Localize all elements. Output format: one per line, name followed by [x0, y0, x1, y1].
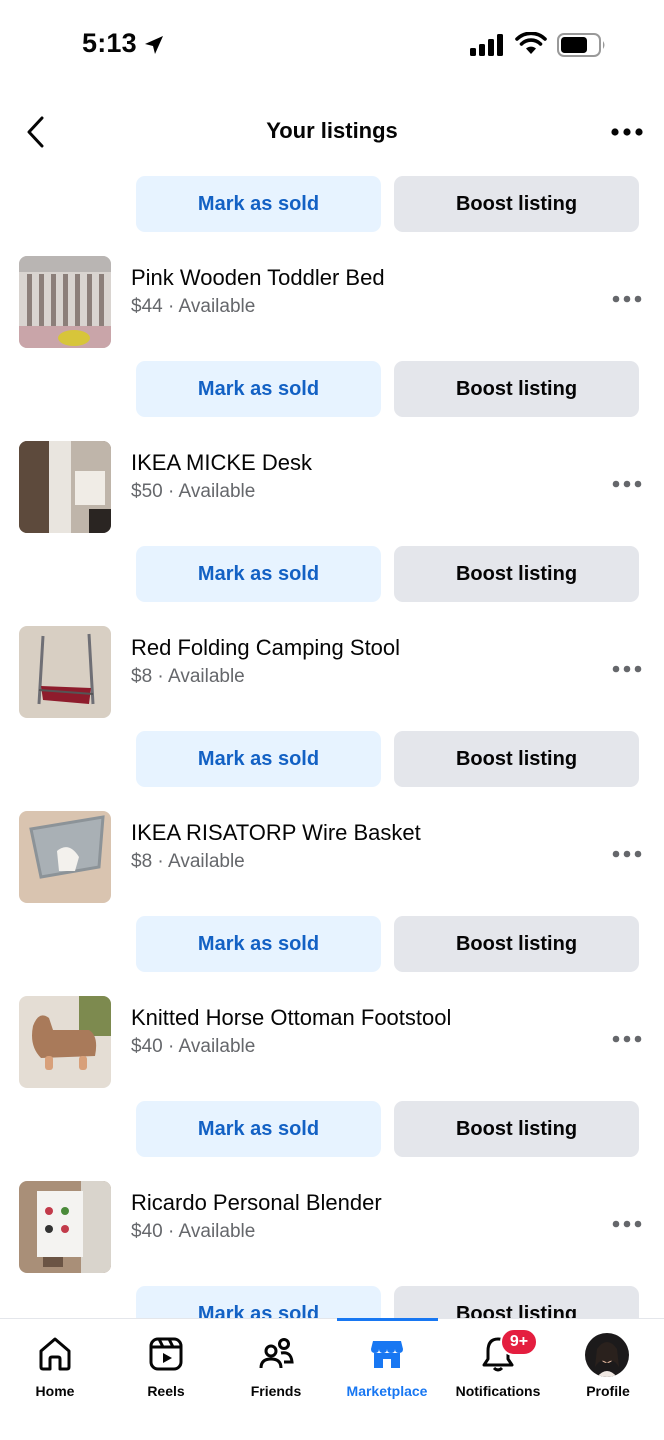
nav-label: Home — [35, 1383, 75, 1399]
separator: · — [167, 1221, 175, 1242]
listing-status: Available — [178, 296, 256, 317]
listing-price: $50 — [131, 481, 163, 502]
listing-thumbnail[interactable] — [19, 996, 111, 1088]
nav-marketplace[interactable]: Marketplace — [332, 1319, 442, 1419]
listing-title[interactable]: Knitted Horse Ottoman Footstool — [131, 1005, 451, 1031]
listing-title[interactable]: Pink Wooden Toddler Bed — [131, 265, 385, 291]
boost-listing-button[interactable]: Boost listing — [394, 916, 639, 972]
nav-label: Marketplace — [346, 1383, 428, 1399]
mark-as-sold-button[interactable]: Mark as sold — [136, 361, 381, 417]
boost-listing-button[interactable]: Boost listing — [394, 1101, 639, 1157]
listing-status: Available — [178, 481, 256, 502]
separator: · — [167, 1036, 175, 1057]
listing-price: $44 — [131, 296, 163, 317]
separator: · — [157, 851, 164, 872]
mark-as-sold-button[interactable]: Mark as sold — [136, 731, 381, 787]
listing-item: Mark as sold Boost listing — [0, 164, 664, 232]
status-time: 5:13 — [82, 28, 137, 58]
bottom-nav: Home Reels Friends Marketplace Notificat… — [0, 1318, 664, 1440]
listing-price-status: $8 · Available — [131, 666, 245, 688]
listing-thumbnail[interactable] — [19, 811, 111, 903]
nav-reels[interactable]: Reels — [111, 1319, 221, 1419]
separator: · — [157, 666, 164, 687]
listing-status: Available — [167, 666, 245, 687]
nav-label: Friends — [250, 1383, 302, 1399]
notifications-badge: 9+ — [500, 1328, 538, 1356]
battery-icon — [557, 33, 605, 57]
listing-thumbnail[interactable] — [19, 1181, 111, 1273]
mark-as-sold-button[interactable]: Mark as sold — [136, 1286, 381, 1318]
listing-item: IKEA RISATORP Wire Basket $8 · Available… — [0, 784, 664, 972]
boost-listing-button[interactable]: Boost listing — [394, 176, 639, 232]
listing-thumbnail[interactable] — [19, 626, 111, 718]
marketplace-icon — [371, 1341, 403, 1368]
page-title: Your listings — [266, 118, 398, 143]
listing-thumbnail[interactable] — [19, 256, 111, 348]
nav-profile[interactable]: Profile — [553, 1319, 663, 1419]
status-bar: 5:13 — [0, 0, 664, 90]
listings-scroll-area[interactable]: Mark as sold Boost listing Pink Wooden T… — [0, 164, 664, 1318]
listing-status: Available — [178, 1036, 256, 1057]
listing-more-icon[interactable] — [612, 848, 642, 860]
listing-item: IKEA MICKE Desk $50 · Available Mark as … — [0, 414, 664, 602]
boost-listing-button[interactable]: Boost listing — [394, 361, 639, 417]
listing-price: $40 — [131, 1221, 163, 1242]
header: Your listings — [0, 100, 664, 164]
location-arrow-icon — [145, 36, 163, 54]
nav-label: Reels — [147, 1383, 185, 1399]
listing-price: $8 — [131, 666, 153, 687]
listing-thumbnail[interactable] — [19, 441, 111, 533]
boost-listing-button[interactable]: Boost listing — [394, 731, 639, 787]
wifi-icon — [515, 32, 547, 54]
listing-price-status: $8 · Available — [131, 851, 245, 873]
listing-more-icon[interactable] — [612, 478, 642, 490]
listing-item: Pink Wooden Toddler Bed $44 · Available … — [0, 229, 664, 417]
listing-price-status: $50 · Available — [131, 481, 255, 503]
listing-price-status: $44 · Available — [131, 296, 255, 318]
listing-item: Red Folding Camping Stool $8 · Available… — [0, 599, 664, 787]
separator: · — [167, 481, 175, 502]
mark-as-sold-button[interactable]: Mark as sold — [136, 916, 381, 972]
more-options-icon[interactable] — [610, 122, 644, 142]
nav-label: Notifications — [455, 1383, 541, 1399]
listing-item: Ricardo Personal Blender $40 · Available… — [0, 1154, 664, 1318]
nav-home[interactable]: Home — [0, 1319, 110, 1419]
home-icon — [39, 1337, 71, 1371]
nav-friends[interactable]: Friends — [221, 1319, 331, 1419]
listing-title[interactable]: Red Folding Camping Stool — [131, 635, 400, 661]
friends-icon — [259, 1338, 294, 1369]
listing-title[interactable]: Ricardo Personal Blender — [131, 1190, 382, 1216]
listing-price-status: $40 · Available — [131, 1036, 255, 1058]
listing-item: Knitted Horse Ottoman Footstool $40 · Av… — [0, 969, 664, 1157]
listings-list: Mark as sold Boost listing Pink Wooden T… — [0, 164, 664, 1318]
boost-listing-button[interactable]: Boost listing — [394, 546, 639, 602]
listing-more-icon[interactable] — [612, 1218, 642, 1230]
boost-listing-button[interactable]: Boost listing — [394, 1286, 639, 1318]
nav-notifications[interactable]: Notifications — [443, 1319, 553, 1419]
listing-price: $8 — [131, 851, 153, 872]
listing-status: Available — [178, 1221, 256, 1242]
mark-as-sold-button[interactable]: Mark as sold — [136, 546, 381, 602]
listing-status: Available — [167, 851, 245, 872]
listing-more-icon[interactable] — [612, 1033, 642, 1045]
cellular-signal-icon — [470, 34, 503, 56]
separator: · — [167, 296, 175, 317]
mark-as-sold-button[interactable]: Mark as sold — [136, 1101, 381, 1157]
listing-more-icon[interactable] — [612, 293, 642, 305]
listing-price: $40 — [131, 1036, 163, 1057]
listing-title[interactable]: IKEA RISATORP Wire Basket — [131, 820, 421, 846]
nav-label: Profile — [586, 1383, 630, 1399]
listing-price-status: $40 · Available — [131, 1221, 255, 1243]
listing-title[interactable]: IKEA MICKE Desk — [131, 450, 312, 476]
listing-more-icon[interactable] — [612, 663, 642, 675]
reels-icon — [149, 1337, 183, 1371]
avatar — [585, 1333, 629, 1377]
mark-as-sold-button[interactable]: Mark as sold — [136, 176, 381, 232]
